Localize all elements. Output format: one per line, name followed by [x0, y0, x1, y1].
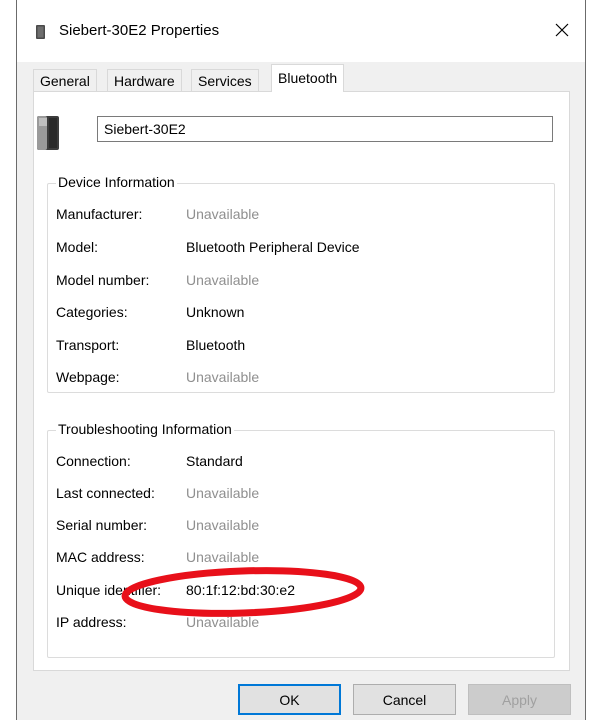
troubleshooting-information-legend: Troubleshooting Information [56, 421, 234, 437]
close-button[interactable] [539, 10, 585, 50]
serial-number-value: Unavailable [186, 517, 260, 533]
unique-identifier-value: 80:1f:12:bd:30:e2 [186, 582, 295, 598]
close-icon [555, 23, 569, 37]
ip-address-value: Unavailable [186, 614, 260, 630]
connection-label: Connection: [56, 453, 131, 469]
model-label: Model: [56, 239, 99, 255]
webpage-value: Unavailable [186, 369, 260, 385]
window-title: Siebert-30E2 Properties [59, 22, 220, 39]
properties-window: Siebert-30E2 Properties General Hardware… [16, 0, 586, 720]
device-information-legend: Device Information [56, 174, 177, 190]
transport-label: Transport: [56, 337, 120, 353]
cancel-button[interactable]: Cancel [353, 684, 456, 715]
title-bar[interactable]: Siebert-30E2 Properties [17, 0, 585, 62]
manufacturer-value: Unavailable [186, 206, 260, 222]
last-connected-value: Unavailable [186, 485, 260, 501]
ok-button[interactable]: OK [238, 684, 341, 715]
ip-address-label: IP address: [56, 614, 127, 630]
mac-address-label: MAC address: [56, 549, 145, 565]
categories-label: Categories: [56, 304, 128, 320]
webpage-label: Webpage: [56, 369, 120, 385]
serial-number-label: Serial number: [56, 517, 148, 533]
manufacturer-label: Manufacturer: [56, 206, 143, 222]
tab-bluetooth[interactable]: Bluetooth [271, 64, 345, 92]
model-value: Bluetooth Peripheral Device [186, 239, 360, 255]
unique-identifier-label: Unique identifier: [56, 582, 162, 598]
mac-address-value: Unavailable [186, 549, 260, 565]
model-number-label: Model number: [56, 272, 150, 288]
apply-button[interactable]: Apply [468, 684, 571, 715]
tab-services[interactable]: Services [191, 69, 259, 91]
speaker-device-icon [37, 116, 59, 150]
transport-value: Bluetooth [186, 337, 246, 353]
connection-value: Standard [186, 453, 243, 469]
last-connected-label: Last connected: [56, 485, 155, 501]
categories-value: Unknown [186, 304, 245, 320]
tab-hardware[interactable]: Hardware [107, 69, 182, 91]
device-name-field[interactable] [97, 116, 553, 142]
bluetooth-device-icon [36, 25, 45, 39]
tab-general[interactable]: General [33, 69, 97, 91]
model-number-value: Unavailable [186, 272, 260, 288]
